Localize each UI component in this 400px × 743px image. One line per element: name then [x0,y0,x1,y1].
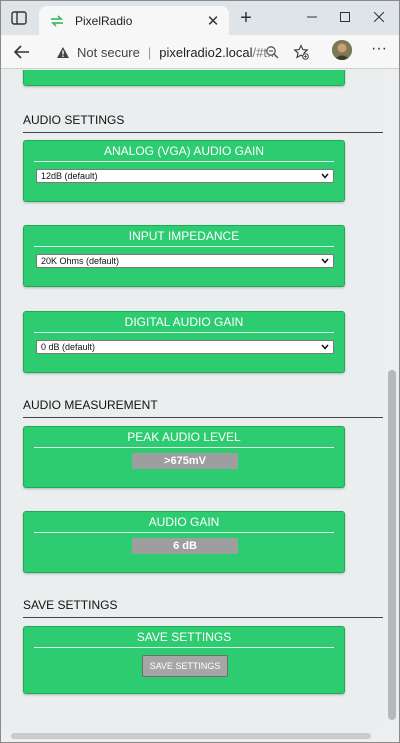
card-divider [34,647,334,648]
partial-card [23,70,345,86]
card-divider [34,532,334,533]
save-settings-heading: SAVE SETTINGS [23,598,118,612]
scrollbar-thumb[interactable] [388,370,396,720]
tab-title: PixelRadio [75,13,133,28]
select-value: 20K Ohms (default) [41,256,120,266]
audio-measurement-rule [23,417,383,418]
address-separator: | [147,44,152,60]
horizontal-scrollbar[interactable] [1,730,399,742]
analog-audio-gain-card: ANALOG (VGA) AUDIO GAIN 12dB (default) [23,140,345,202]
digital-audio-gain-select[interactable]: 0 dB (default) [36,340,334,354]
url-host: pixelradio2.local [159,44,253,60]
save-settings-button[interactable]: SAVE SETTINGS [142,655,228,677]
pixelradio-favicon-icon [49,13,65,29]
tab-strip: PixelRadio ✕ + [1,1,399,35]
audio-gain-value: 6 dB [132,538,238,554]
card-divider [34,332,334,333]
card-title: DIGITAL AUDIO GAIN [124,315,244,329]
analog-audio-gain-select[interactable]: 12dB (default) [36,169,334,183]
security-label: Not secure [77,44,140,60]
audio-settings-heading: AUDIO SETTINGS [23,113,125,127]
peak-audio-level-value: >675mV [132,453,238,469]
peak-audio-level-card: PEAK AUDIO LEVEL >675mV [23,426,345,488]
warning-icon[interactable] [55,44,71,60]
card-divider [34,246,334,247]
card-title: INPUT IMPEDANCE [128,229,240,243]
card-title: ANALOG (VGA) AUDIO GAIN [103,144,265,158]
more-options-icon[interactable]: ··· [368,41,390,61]
audio-gain-card: AUDIO GAIN 6 dB [23,511,345,573]
browser-window: PixelRadio ✕ + Not secure | pixelradio2.… [0,0,400,743]
back-arrow-icon[interactable] [9,39,35,65]
chevron-down-icon [320,171,330,181]
address-toolbar: Not secure | pixelradio2.local/#t... ··· [1,35,399,69]
audio-settings-rule [23,132,383,133]
chevron-down-icon [320,342,330,352]
card-title: SAVE SETTINGS [136,630,232,644]
close-tab-icon[interactable]: ✕ [203,11,223,31]
favorites-star-icon[interactable] [288,39,314,65]
audio-measurement-heading: AUDIO MEASUREMENT [23,398,158,412]
vertical-scrollbar[interactable] [385,70,399,730]
card-divider [34,161,334,162]
card-title: PEAK AUDIO LEVEL [127,430,241,444]
card-divider [34,447,334,448]
minimize-icon[interactable] [299,7,325,27]
digital-audio-gain-card: DIGITAL AUDIO GAIN 0 dB (default) [23,311,345,373]
tab-actions-icon[interactable] [9,9,29,27]
profile-avatar[interactable] [332,40,352,60]
card-title: AUDIO GAIN [148,515,220,529]
input-impedance-card: INPUT IMPEDANCE 20K Ohms (default) [23,225,345,287]
maximize-icon[interactable] [332,7,358,27]
new-tab-icon[interactable]: + [237,8,255,28]
input-impedance-select[interactable]: 20K Ohms (default) [36,254,334,268]
save-settings-card: SAVE SETTINGS SAVE SETTINGS [23,626,345,694]
select-value: 0 dB (default) [41,342,96,352]
chevron-down-icon [320,256,330,266]
select-value: 12dB (default) [41,171,98,181]
close-window-icon[interactable] [366,7,392,27]
save-settings-rule [23,617,383,618]
tab-pixelradio[interactable]: PixelRadio ✕ [39,6,229,35]
horizontal-scrollbar-thumb[interactable] [11,733,371,739]
page-viewport: AUDIO SETTINGS ANALOG (VGA) AUDIO GAIN 1… [1,70,385,730]
zoom-icon[interactable] [259,39,285,65]
